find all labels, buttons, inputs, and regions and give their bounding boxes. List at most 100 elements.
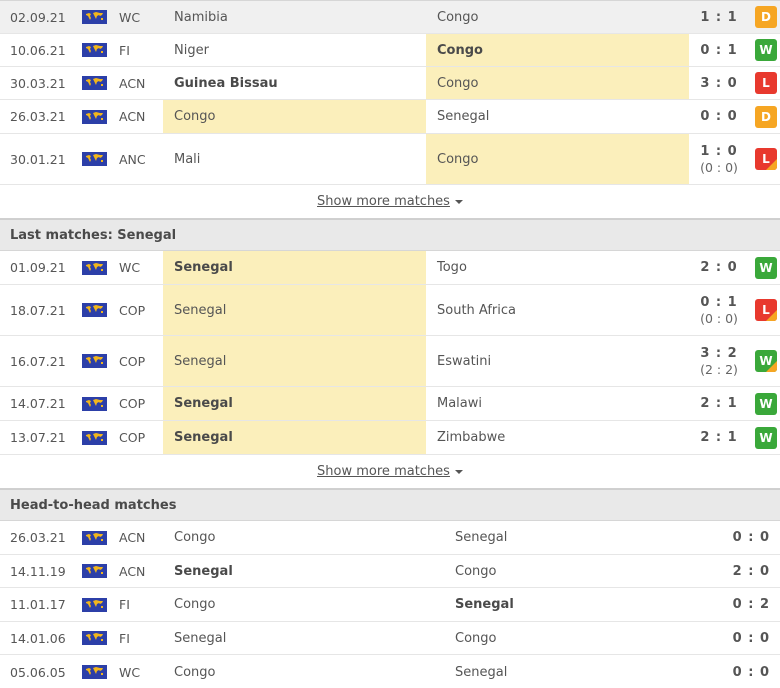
result-letter: L: [762, 303, 770, 317]
competition-code[interactable]: COP: [119, 421, 163, 454]
match-score: 1 : 1: [689, 1, 749, 33]
home-team[interactable]: Congo: [163, 588, 444, 621]
competition-code[interactable]: FI: [119, 34, 163, 66]
match-row[interactable]: 30.03.21 ACN Guinea Bissau Congo 3 : 0 L: [0, 67, 780, 100]
half-time-score: (2 : 2): [700, 361, 738, 377]
away-team[interactable]: Senegal: [444, 655, 694, 688]
competition-flag: [82, 336, 107, 386]
home-team[interactable]: Senegal: [163, 622, 444, 654]
away-team[interactable]: Eswatini: [426, 336, 689, 386]
match-score: 0 : 1 (0 : 0): [689, 285, 749, 335]
home-team[interactable]: Congo: [163, 521, 444, 554]
show-more-matches-link[interactable]: Show more matches: [317, 464, 463, 479]
competition-code[interactable]: COP: [119, 336, 163, 386]
competition-flag: [82, 251, 107, 284]
home-team[interactable]: Mali: [163, 134, 426, 184]
home-team[interactable]: Senegal: [163, 387, 426, 420]
match-row[interactable]: 11.01.17 FI Congo Senegal 0 : 2: [0, 588, 780, 622]
match-date: 30.01.21: [10, 151, 66, 167]
away-team[interactable]: Senegal: [444, 588, 694, 621]
away-team[interactable]: Malawi: [426, 387, 689, 420]
match-score: 2 : 1: [689, 421, 749, 454]
home-team[interactable]: Niger: [163, 34, 426, 66]
match-row[interactable]: 18.07.21 COP Senegal South Africa 0 : 1 (0 : …: [0, 285, 780, 336]
match-row[interactable]: 14.01.06 FI Senegal Congo 0 : 0: [0, 622, 780, 655]
match-row[interactable]: 16.07.21 COP Senegal Eswatini 3 : 2 (2 : 2) W: [0, 336, 780, 387]
match-score: 3 : 0: [689, 67, 749, 99]
match-row[interactable]: 30.01.21 ANC Mali Congo 1 : 0 (0 : 0) L: [0, 134, 780, 185]
competition-flag: [82, 387, 107, 420]
competition-code[interactable]: FI: [119, 588, 163, 621]
show-more-label: Show more matches: [317, 464, 450, 479]
match-date: 14.01.06: [10, 630, 66, 646]
full-time-score: 0 : 1: [700, 294, 738, 310]
match-row[interactable]: 01.09.21 WC Senegal Togo 2 : 0 W: [0, 251, 780, 285]
competition-code[interactable]: ANC: [119, 134, 163, 184]
caret-down-icon: [454, 199, 463, 204]
competition-code[interactable]: ACN: [119, 67, 163, 99]
competition-flag: [82, 655, 107, 688]
world-flag-icon: [82, 10, 107, 24]
world-flag-icon: [82, 76, 107, 90]
home-team[interactable]: Congo: [163, 100, 426, 133]
away-team[interactable]: Congo: [426, 1, 689, 33]
match-row[interactable]: 14.11.19 ACN Senegal Congo 2 : 0: [0, 555, 780, 588]
world-flag-icon: [82, 430, 107, 445]
show-more-row: Show more matches: [0, 455, 780, 489]
home-team[interactable]: Senegal: [163, 555, 444, 587]
competition-code[interactable]: WC: [119, 1, 163, 33]
result-letter: W: [759, 396, 773, 411]
away-team[interactable]: South Africa: [426, 285, 689, 335]
match-score: 2 : 0: [689, 251, 749, 284]
result-badge-cell: W: [755, 387, 777, 420]
competition-flag: [82, 134, 107, 184]
home-team[interactable]: Namibia: [163, 1, 426, 33]
away-team[interactable]: Congo: [426, 67, 689, 99]
away-team[interactable]: Congo: [444, 622, 694, 654]
match-date: 11.01.17: [10, 597, 66, 612]
away-team[interactable]: Senegal: [426, 100, 689, 133]
home-team[interactable]: Senegal: [163, 285, 426, 335]
congo-matches-table: 02.09.21 WC Namibia Congo 1 : 1D 10.06.21 FI N…: [0, 0, 780, 219]
competition-code[interactable]: COP: [119, 285, 163, 335]
competition-flag: [82, 285, 107, 335]
away-team[interactable]: Congo: [426, 34, 689, 66]
competition-code[interactable]: ACN: [119, 521, 163, 554]
match-row[interactable]: 10.06.21 FI Niger Congo 0 : 1 W: [0, 34, 780, 67]
home-team[interactable]: Guinea Bissau: [163, 67, 426, 99]
match-row[interactable]: 26.03.21 ACN Congo Senegal 0 : 0 D: [0, 100, 780, 134]
world-flag-icon: [82, 109, 107, 124]
away-team[interactable]: Togo: [426, 251, 689, 284]
competition-code[interactable]: FI: [119, 622, 163, 654]
match-date: 13.07.21: [10, 430, 66, 445]
match-row[interactable]: 26.03.21 ACN Congo Senegal 0 : 0: [0, 521, 780, 555]
home-team[interactable]: Senegal: [163, 251, 426, 284]
away-team[interactable]: Congo: [426, 134, 689, 184]
competition-code[interactable]: WC: [119, 251, 163, 284]
home-team[interactable]: Senegal: [163, 421, 426, 454]
full-time-score: 1 : 1: [700, 9, 738, 25]
match-row[interactable]: 14.07.21 COP Senegal Malawi 2 : 1 W: [0, 387, 780, 421]
result-badge: W: [755, 256, 777, 279]
competition-code[interactable]: WC: [119, 655, 163, 688]
competition-code[interactable]: COP: [119, 387, 163, 420]
show-more-matches-link[interactable]: Show more matches: [317, 194, 463, 209]
match-row[interactable]: 02.09.21 WC Namibia Congo 1 : 1 D: [0, 0, 780, 34]
match-date: 10.06.21: [10, 42, 66, 58]
match-row[interactable]: 05.06.05 WC Congo Senegal 0 : 0: [0, 655, 780, 688]
away-team[interactable]: Zimbabwe: [426, 421, 689, 454]
result-letter: L: [762, 76, 770, 90]
world-flag-icon: [82, 665, 107, 679]
full-time-score: 2 : 0: [700, 260, 738, 275]
home-team[interactable]: Senegal: [163, 336, 426, 386]
away-team[interactable]: Congo: [444, 555, 694, 587]
competition-code[interactable]: ACN: [119, 555, 163, 587]
away-team[interactable]: Senegal: [444, 521, 694, 554]
result-letter: W: [759, 43, 773, 57]
competition-code[interactable]: ACN: [119, 100, 163, 133]
home-team[interactable]: Congo: [163, 655, 444, 688]
caret-down-icon: [454, 469, 463, 474]
result-letter: W: [759, 260, 773, 275]
match-row[interactable]: 13.07.21 COP Senegal Zimbabwe 2 : 1 W: [0, 421, 780, 455]
world-flag-icon: [82, 597, 107, 612]
